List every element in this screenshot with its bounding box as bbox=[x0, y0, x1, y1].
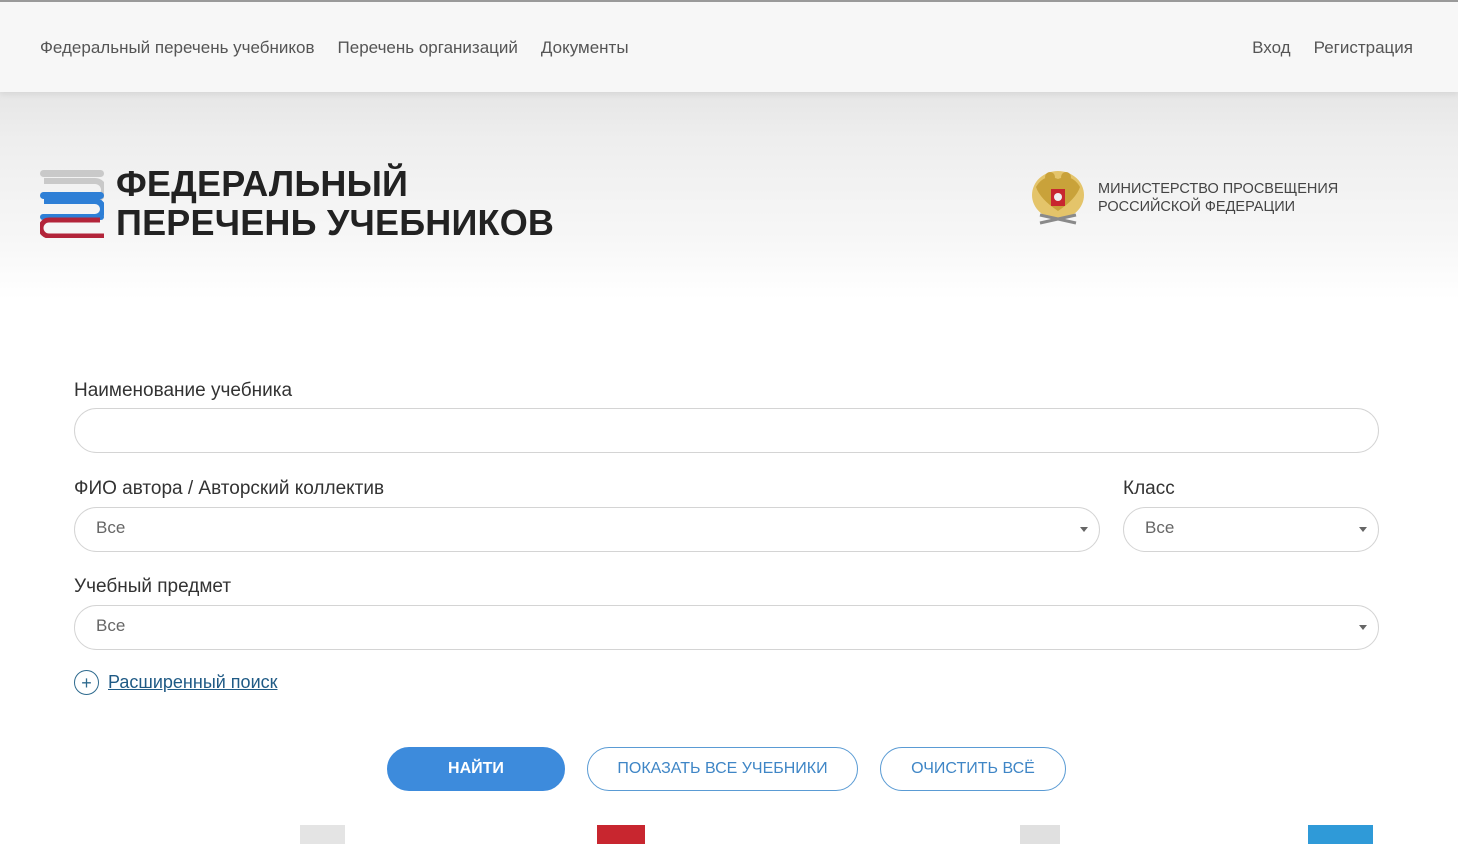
background-decor bbox=[1308, 825, 1373, 844]
background-decor bbox=[300, 825, 345, 844]
login-link[interactable]: Вход bbox=[1252, 38, 1290, 58]
nav-link-documents[interactable]: Документы bbox=[541, 38, 629, 58]
subject-select[interactable]: Все bbox=[74, 605, 1379, 650]
caret-down-icon bbox=[1359, 625, 1367, 630]
caret-down-icon bbox=[1080, 527, 1088, 532]
auth-nav: Вход Регистрация bbox=[1252, 38, 1413, 58]
nav-link-organizations[interactable]: Перечень организаций bbox=[338, 38, 518, 58]
subject-field-label: Учебный предмет bbox=[74, 576, 232, 597]
class-select-value: Все bbox=[1145, 518, 1175, 537]
author-field-label: ФИО автора / Авторский коллектив bbox=[74, 478, 385, 499]
site-title-line1: ФЕДЕРАЛЬНЫЙ bbox=[116, 163, 409, 204]
find-button[interactable]: НАЙТИ bbox=[387, 747, 565, 791]
class-select[interactable]: Все bbox=[1123, 507, 1379, 552]
clear-all-button[interactable]: ОЧИСТИТЬ ВСЁ bbox=[880, 747, 1066, 791]
ministry-line2: РОССИЙСКОЙ ФЕДЕРАЦИИ bbox=[1098, 199, 1296, 215]
site-title-line2: ПЕРЕЧЕНЬ УЧЕБНИКОВ bbox=[116, 202, 555, 243]
class-field-label: Класс bbox=[1123, 478, 1175, 499]
main-nav: Федеральный перечень учебников Перечень … bbox=[40, 38, 629, 58]
textbook-title-input[interactable] bbox=[74, 408, 1379, 453]
ministry-name: МИНИСТЕРСТВО ПРОСВЕЩЕНИЯ РОССИЙСКОЙ ФЕДЕ… bbox=[1098, 180, 1338, 216]
ministry-block[interactable]: МИНИСТЕРСТВО ПРОСВЕЩЕНИЯ РОССИЙСКОЙ ФЕДЕ… bbox=[1030, 165, 1338, 231]
search-form: Наименование учебника ФИО автора / Автор… bbox=[40, 340, 1413, 825]
ministry-line1: МИНИСТЕРСТВО ПРОСВЕЩЕНИЯ bbox=[1098, 181, 1339, 197]
books-logo-icon[interactable] bbox=[38, 170, 107, 239]
author-select-value: Все bbox=[96, 518, 126, 537]
background-decor bbox=[597, 825, 645, 844]
plus-circle-icon[interactable]: + bbox=[74, 670, 99, 695]
advanced-search-toggle[interactable]: + Расширенный поиск bbox=[74, 670, 278, 695]
top-navbar: Федеральный перечень учебников Перечень … bbox=[0, 0, 1458, 92]
title-field-label: Наименование учебника bbox=[74, 380, 293, 401]
advanced-search-link[interactable]: Расширенный поиск bbox=[108, 672, 278, 693]
nav-link-federal-list[interactable]: Федеральный перечень учебников bbox=[40, 38, 315, 58]
russian-coat-of-arms-icon bbox=[1030, 165, 1086, 231]
page: Федеральный перечень учебников Перечень … bbox=[0, 0, 1458, 844]
textbook-title-text[interactable] bbox=[75, 409, 1378, 452]
caret-down-icon bbox=[1359, 527, 1367, 532]
show-all-button[interactable]: ПОКАЗАТЬ ВСЕ УЧЕБНИКИ bbox=[587, 747, 858, 791]
author-select[interactable]: Все bbox=[74, 507, 1100, 552]
register-link[interactable]: Регистрация bbox=[1314, 38, 1413, 58]
background-decor bbox=[1020, 825, 1060, 844]
site-title[interactable]: ФЕДЕРАЛЬНЫЙ ПЕРЕЧЕНЬ УЧЕБНИКОВ bbox=[116, 164, 554, 242]
subject-select-value: Все bbox=[96, 616, 126, 635]
